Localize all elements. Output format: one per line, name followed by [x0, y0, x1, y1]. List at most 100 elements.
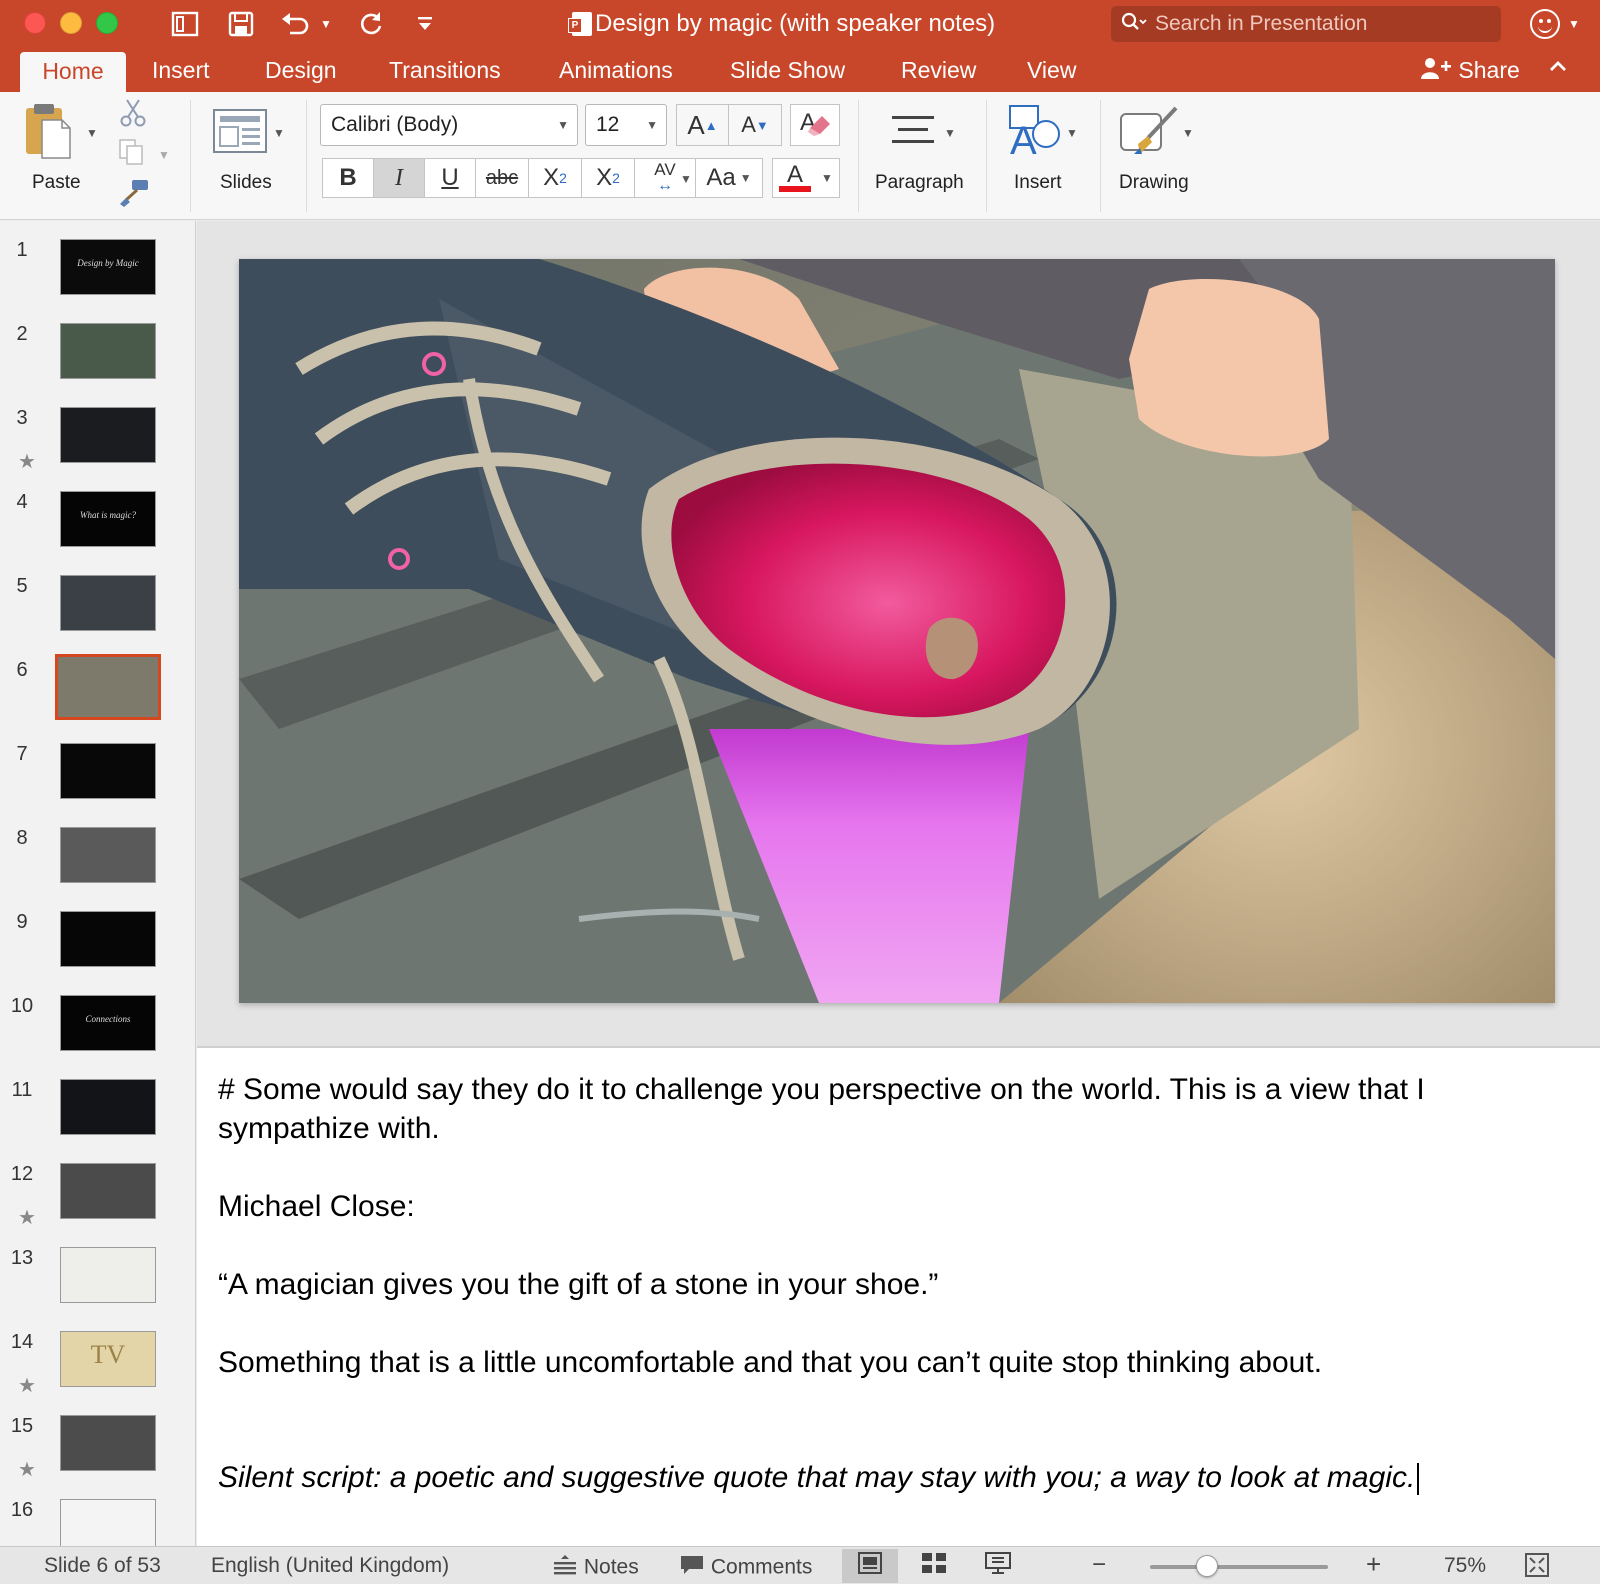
search-input[interactable]: [1155, 12, 1475, 36]
grow-font-button[interactable]: A ▲: [677, 105, 729, 145]
slide-number: 16: [10, 1499, 34, 1521]
shoe-with-stone-photo: [239, 259, 1555, 1003]
slide-thumbnail[interactable]: [60, 1499, 156, 1546]
grow-arrow-icon: ▲: [704, 117, 718, 133]
spacing-arrows-icon: ↔: [657, 177, 673, 194]
customize-toolbar-icon[interactable]: [414, 8, 436, 40]
zoom-out-button[interactable]: −: [1092, 1551, 1106, 1579]
tab-animations[interactable]: Animations: [559, 48, 673, 92]
drawing-chevron-icon[interactable]: ▼: [1182, 126, 1194, 140]
presenter-view-button[interactable]: [970, 1549, 1026, 1583]
redo-icon[interactable]: [354, 8, 388, 40]
shrink-font-button[interactable]: A ▼: [729, 105, 781, 145]
slide-number: 3: [16, 407, 28, 429]
share-button[interactable]: Share: [1420, 48, 1520, 92]
zoom-slider-handle[interactable]: [1195, 1555, 1218, 1577]
zoom-slider-track[interactable]: [1150, 1565, 1328, 1569]
tab-slide-show[interactable]: Slide Show: [730, 48, 845, 92]
tab-design[interactable]: Design: [265, 48, 337, 92]
speaker-notes-editor[interactable]: # Some would say they do it to challenge…: [197, 1048, 1600, 1546]
normal-view-icon: [857, 1551, 883, 1581]
paste-options-chevron-icon[interactable]: ▼: [86, 126, 98, 140]
current-slide[interactable]: [239, 259, 1555, 1003]
drawing-shape-brush-icon[interactable]: [1118, 104, 1180, 165]
new-slide-layout-icon[interactable]: [212, 108, 268, 159]
underline-button[interactable]: U: [424, 158, 476, 198]
slide-thumbnail[interactable]: What is magic?: [60, 491, 156, 547]
text-cursor: [1417, 1463, 1420, 1496]
slide-thumbnail[interactable]: [60, 323, 156, 379]
tab-view[interactable]: View: [1027, 48, 1076, 92]
zoom-in-button[interactable]: +: [1366, 1549, 1381, 1580]
ribbon-separator: [190, 100, 191, 212]
slide-thumbnail[interactable]: [60, 827, 156, 883]
silent-script-text: Silent script: a poetic and suggestive q…: [218, 1461, 1416, 1494]
zoom-level[interactable]: 75%: [1444, 1554, 1486, 1578]
copy-chevron-icon[interactable]: ▼: [158, 148, 170, 162]
feedback-chevron-icon[interactable]: ▼: [1566, 8, 1582, 40]
undo-icon[interactable]: [278, 8, 312, 40]
fit-to-window-button[interactable]: [1524, 1552, 1550, 1584]
slide-thumbnail[interactable]: [60, 1079, 156, 1135]
insert-text-shape-icon[interactable]: A: [1006, 102, 1062, 163]
undo-dropdown-chevron-icon[interactable]: ▼: [318, 8, 334, 40]
slide-thumbnail[interactable]: [60, 743, 156, 799]
tab-review[interactable]: Review: [901, 48, 976, 92]
italic-button[interactable]: I: [373, 158, 425, 198]
slides-chevron-icon[interactable]: ▼: [273, 126, 285, 140]
copy-icon[interactable]: [118, 138, 148, 171]
slide-thumbnail[interactable]: [60, 407, 156, 463]
font-color-icon: A: [779, 163, 812, 192]
slide-thumbnail-selected[interactable]: [55, 654, 161, 720]
comments-toggle-button[interactable]: Comments: [679, 1554, 812, 1582]
slide-thumbnail[interactable]: [60, 1415, 156, 1471]
slide-thumbnail-panel[interactable]: 1 Design by Magic 2 3 ★ 4 What is magic? 5 6 7 8 9 1…: [0, 221, 196, 1546]
notes-toggle-button[interactable]: Notes: [552, 1554, 639, 1582]
save-icon[interactable]: [224, 8, 258, 40]
slide-thumbnail[interactable]: [60, 575, 156, 631]
paragraph-chevron-icon[interactable]: ▼: [944, 126, 956, 140]
subscript-button[interactable]: X2: [581, 158, 635, 198]
format-painter-brush-icon[interactable]: [118, 178, 150, 213]
tab-transitions[interactable]: Transitions: [389, 48, 501, 92]
character-spacing-chevron-icon[interactable]: ▼: [680, 172, 692, 186]
slide-thumbnail[interactable]: [60, 911, 156, 967]
paragraph-align-icon[interactable]: [888, 110, 938, 159]
paste-clipboard-icon[interactable]: [24, 102, 72, 165]
cut-scissors-icon[interactable]: [118, 98, 148, 133]
font-color-button[interactable]: A ▼: [772, 158, 840, 198]
maximize-window-button[interactable]: [96, 12, 118, 34]
slide-thumbnail[interactable]: TV: [60, 1331, 156, 1387]
close-window-button[interactable]: [24, 12, 46, 34]
slide-sorter-view-button[interactable]: [906, 1549, 962, 1583]
slide-thumbnail[interactable]: Design by Magic: [60, 239, 156, 295]
tab-home[interactable]: Home: [20, 52, 126, 92]
change-case-button[interactable]: Aa ▼: [695, 158, 763, 198]
svg-text:A: A: [1010, 119, 1037, 158]
font-size-select[interactable]: 12 ▼: [585, 104, 667, 146]
superscript-button[interactable]: X2: [528, 158, 582, 198]
feedback-smiley-icon[interactable]: [1530, 9, 1560, 39]
sidebar-toggle-icon[interactable]: [168, 8, 202, 40]
slide-thumbnail[interactable]: [60, 1163, 156, 1219]
insert-chevron-icon[interactable]: ▼: [1066, 126, 1078, 140]
slide-counter: Slide 6 of 53: [44, 1554, 161, 1577]
tab-insert[interactable]: Insert: [152, 48, 210, 92]
strikethrough-button[interactable]: abc: [475, 158, 529, 198]
subscript-mark: 2: [612, 170, 620, 186]
slide-thumbnail[interactable]: [60, 1247, 156, 1303]
notes-paragraph: Something that is a little uncomfortable…: [218, 1346, 1323, 1379]
bold-button[interactable]: B: [322, 158, 374, 198]
slide-number: 10: [10, 995, 34, 1017]
slide-thumbnail[interactable]: Connections: [60, 995, 156, 1051]
collapse-ribbon-chevron-icon[interactable]: [1548, 56, 1568, 82]
slide-thumbnail-caption: TV: [90, 1340, 126, 1369]
minimize-window-button[interactable]: [60, 12, 82, 34]
language-indicator[interactable]: English (United Kingdom): [211, 1554, 449, 1578]
font-name-select[interactable]: Calibri (Body) ▼: [320, 104, 578, 146]
superscript-mark: 2: [559, 170, 567, 186]
slide-editing-area[interactable]: [197, 221, 1600, 1048]
clear-formatting-button[interactable]: A: [790, 104, 840, 146]
normal-view-button[interactable]: [842, 1549, 898, 1583]
search-box[interactable]: [1111, 6, 1501, 42]
